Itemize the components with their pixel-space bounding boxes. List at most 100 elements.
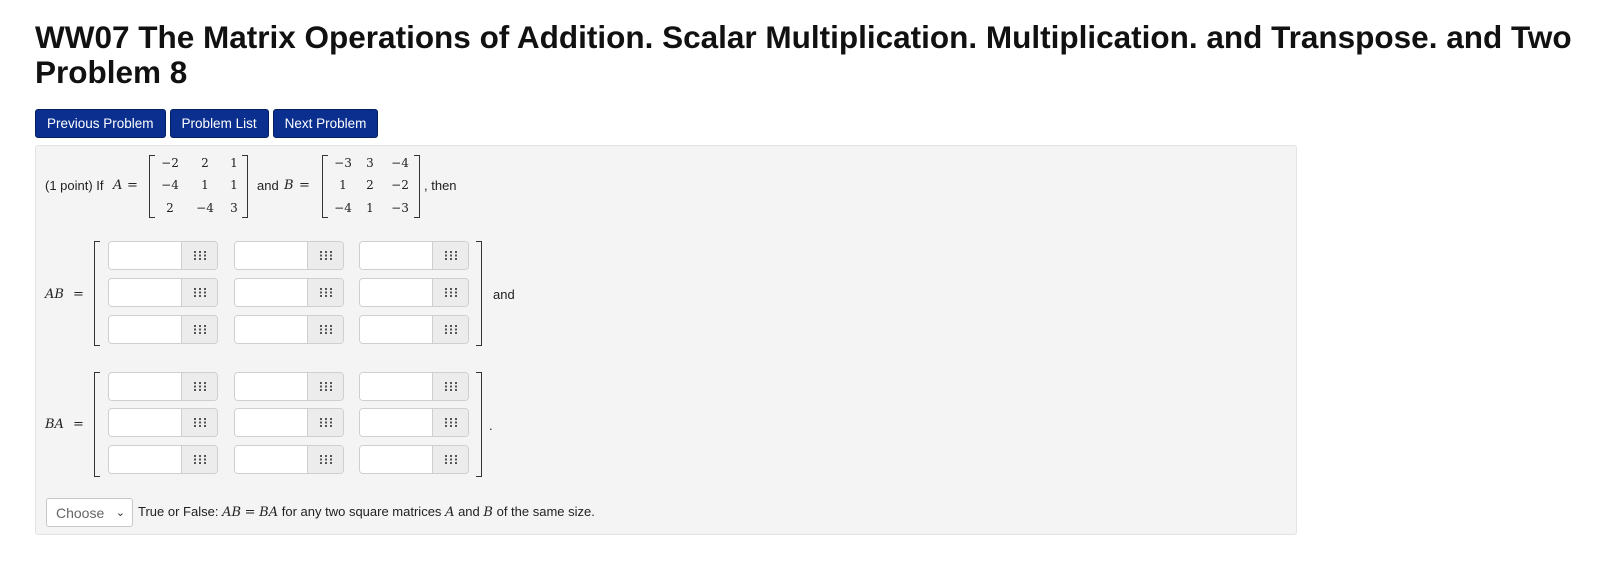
ba-equals: = [73,417,84,432]
title-line-1: WW07 The Matrix Operations of Addition. … [35,20,1572,55]
matrix-grid-icon [193,325,206,334]
true-false-select[interactable]: Choose ⌄ [46,498,133,527]
ba-answer-input[interactable] [235,446,307,473]
ba-answer-cell [359,408,469,437]
ba-answer-input[interactable] [360,409,432,436]
ab-answer-input[interactable] [235,316,307,343]
matrix-grid-icon [444,288,457,297]
equals-sign-b: = [299,178,310,193]
ab-answer-input[interactable] [235,279,307,306]
ab-answer-cell [359,241,469,270]
after-ab-text: and [493,287,515,302]
ab-answer-input[interactable] [235,242,307,269]
tf-ba-label: BA [259,505,279,520]
chevron-down-icon: ⌄ [115,507,125,519]
matrix-a-cell: 1 [230,156,238,170]
matrix-grid-button[interactable] [307,279,343,306]
ba-answer-cell [234,445,344,474]
problem-title: WW07 The Matrix Operations of Addition. … [35,20,1611,90]
matrix-grid-button[interactable] [432,279,468,306]
then-text: , then [424,178,457,193]
matrix-grid-button[interactable] [432,242,468,269]
matrix-b-cell: −3 [334,156,352,170]
ab-answer-input[interactable] [360,242,432,269]
matrix-grid-icon [444,382,457,391]
ab-answer-cell [108,315,218,344]
problem-nav: Previous Problem Problem List Next Probl… [35,109,379,138]
matrix-a-cell: −4 [196,201,214,215]
ba-answer-input[interactable] [360,373,432,400]
after-ba-text: . [489,418,493,433]
matrix-b-cell: −3 [391,201,409,215]
matrix-grid-icon [444,251,457,260]
ab-equals: = [73,287,84,302]
matrix-grid-icon [319,288,332,297]
matrix-grid-button[interactable] [181,279,217,306]
ba-answer-input[interactable] [235,373,307,400]
matrix-grid-button[interactable] [307,242,343,269]
ab-right-bracket [476,241,482,346]
matrix-grid-icon [193,251,206,260]
matrix-grid-button[interactable] [307,373,343,400]
matrix-grid-button[interactable] [307,409,343,436]
matrix-grid-icon [193,288,206,297]
previous-problem-button[interactable]: Previous Problem [35,109,166,138]
matrix-grid-button[interactable] [432,446,468,473]
matrix-grid-button[interactable] [181,373,217,400]
matrix-b-cell: 3 [366,156,374,170]
tf-equals: = [244,505,256,520]
ba-right-bracket [476,372,482,477]
matrix-grid-button[interactable] [432,409,468,436]
matrix-a-cell: 2 [201,156,209,170]
ab-answer-input[interactable] [109,242,181,269]
next-problem-button[interactable]: Next Problem [272,109,379,138]
matrix-grid-button[interactable] [432,316,468,343]
ba-answer-cell [108,408,218,437]
ab-answer-input[interactable] [360,279,432,306]
tf-end: of the same size. [496,504,595,519]
select-value: Choose [56,504,105,521]
ba-answer-input[interactable] [235,409,307,436]
problem-list-button[interactable]: Problem List [169,109,269,138]
matrix-grid-button[interactable] [432,373,468,400]
matrix-grid-icon [193,455,206,464]
matrix-a-cell: 3 [230,201,238,215]
matrix-b-cell: −4 [334,201,352,215]
matrix-a-cell: −4 [161,178,179,192]
ba-answer-input[interactable] [109,373,181,400]
matrix-grid-icon [444,455,457,464]
matrix-grid-button[interactable] [307,316,343,343]
ab-answer-cell [108,278,218,307]
matrix-a-label: A [113,178,123,193]
ab-answer-input[interactable] [360,316,432,343]
tf-a-label: A [445,505,455,520]
ba-answer-input[interactable] [360,446,432,473]
and-text: and [257,178,279,193]
matrix-grid-button[interactable] [181,316,217,343]
matrix-grid-button[interactable] [181,446,217,473]
ba-answer-input[interactable] [109,409,181,436]
ab-answer-input[interactable] [109,279,181,306]
ba-left-bracket [94,372,100,477]
true-false-statement: True or False: AB = BA for any two squar… [138,504,595,520]
matrix-b-cell: 1 [366,201,374,215]
ba-label: BA [45,417,64,432]
matrix-a-cell: −2 [161,156,179,170]
tf-b-label: B [483,505,493,520]
matrix-grid-icon [319,251,332,260]
ab-label: AB [45,287,64,302]
tf-prefix: True or False: [138,504,219,519]
ab-answer-cell [108,241,218,270]
ba-answer-cell [359,445,469,474]
ba-answer-input[interactable] [109,446,181,473]
matrix-grid-icon [444,325,457,334]
matrix-b-cell: 1 [339,178,347,192]
matrix-grid-icon [193,418,206,427]
ab-answer-cell [359,278,469,307]
matrix-b-cell: −2 [391,178,409,192]
ab-left-bracket [94,241,100,346]
matrix-grid-button[interactable] [307,446,343,473]
matrix-grid-button[interactable] [181,409,217,436]
matrix-grid-button[interactable] [181,242,217,269]
ab-answer-input[interactable] [109,316,181,343]
